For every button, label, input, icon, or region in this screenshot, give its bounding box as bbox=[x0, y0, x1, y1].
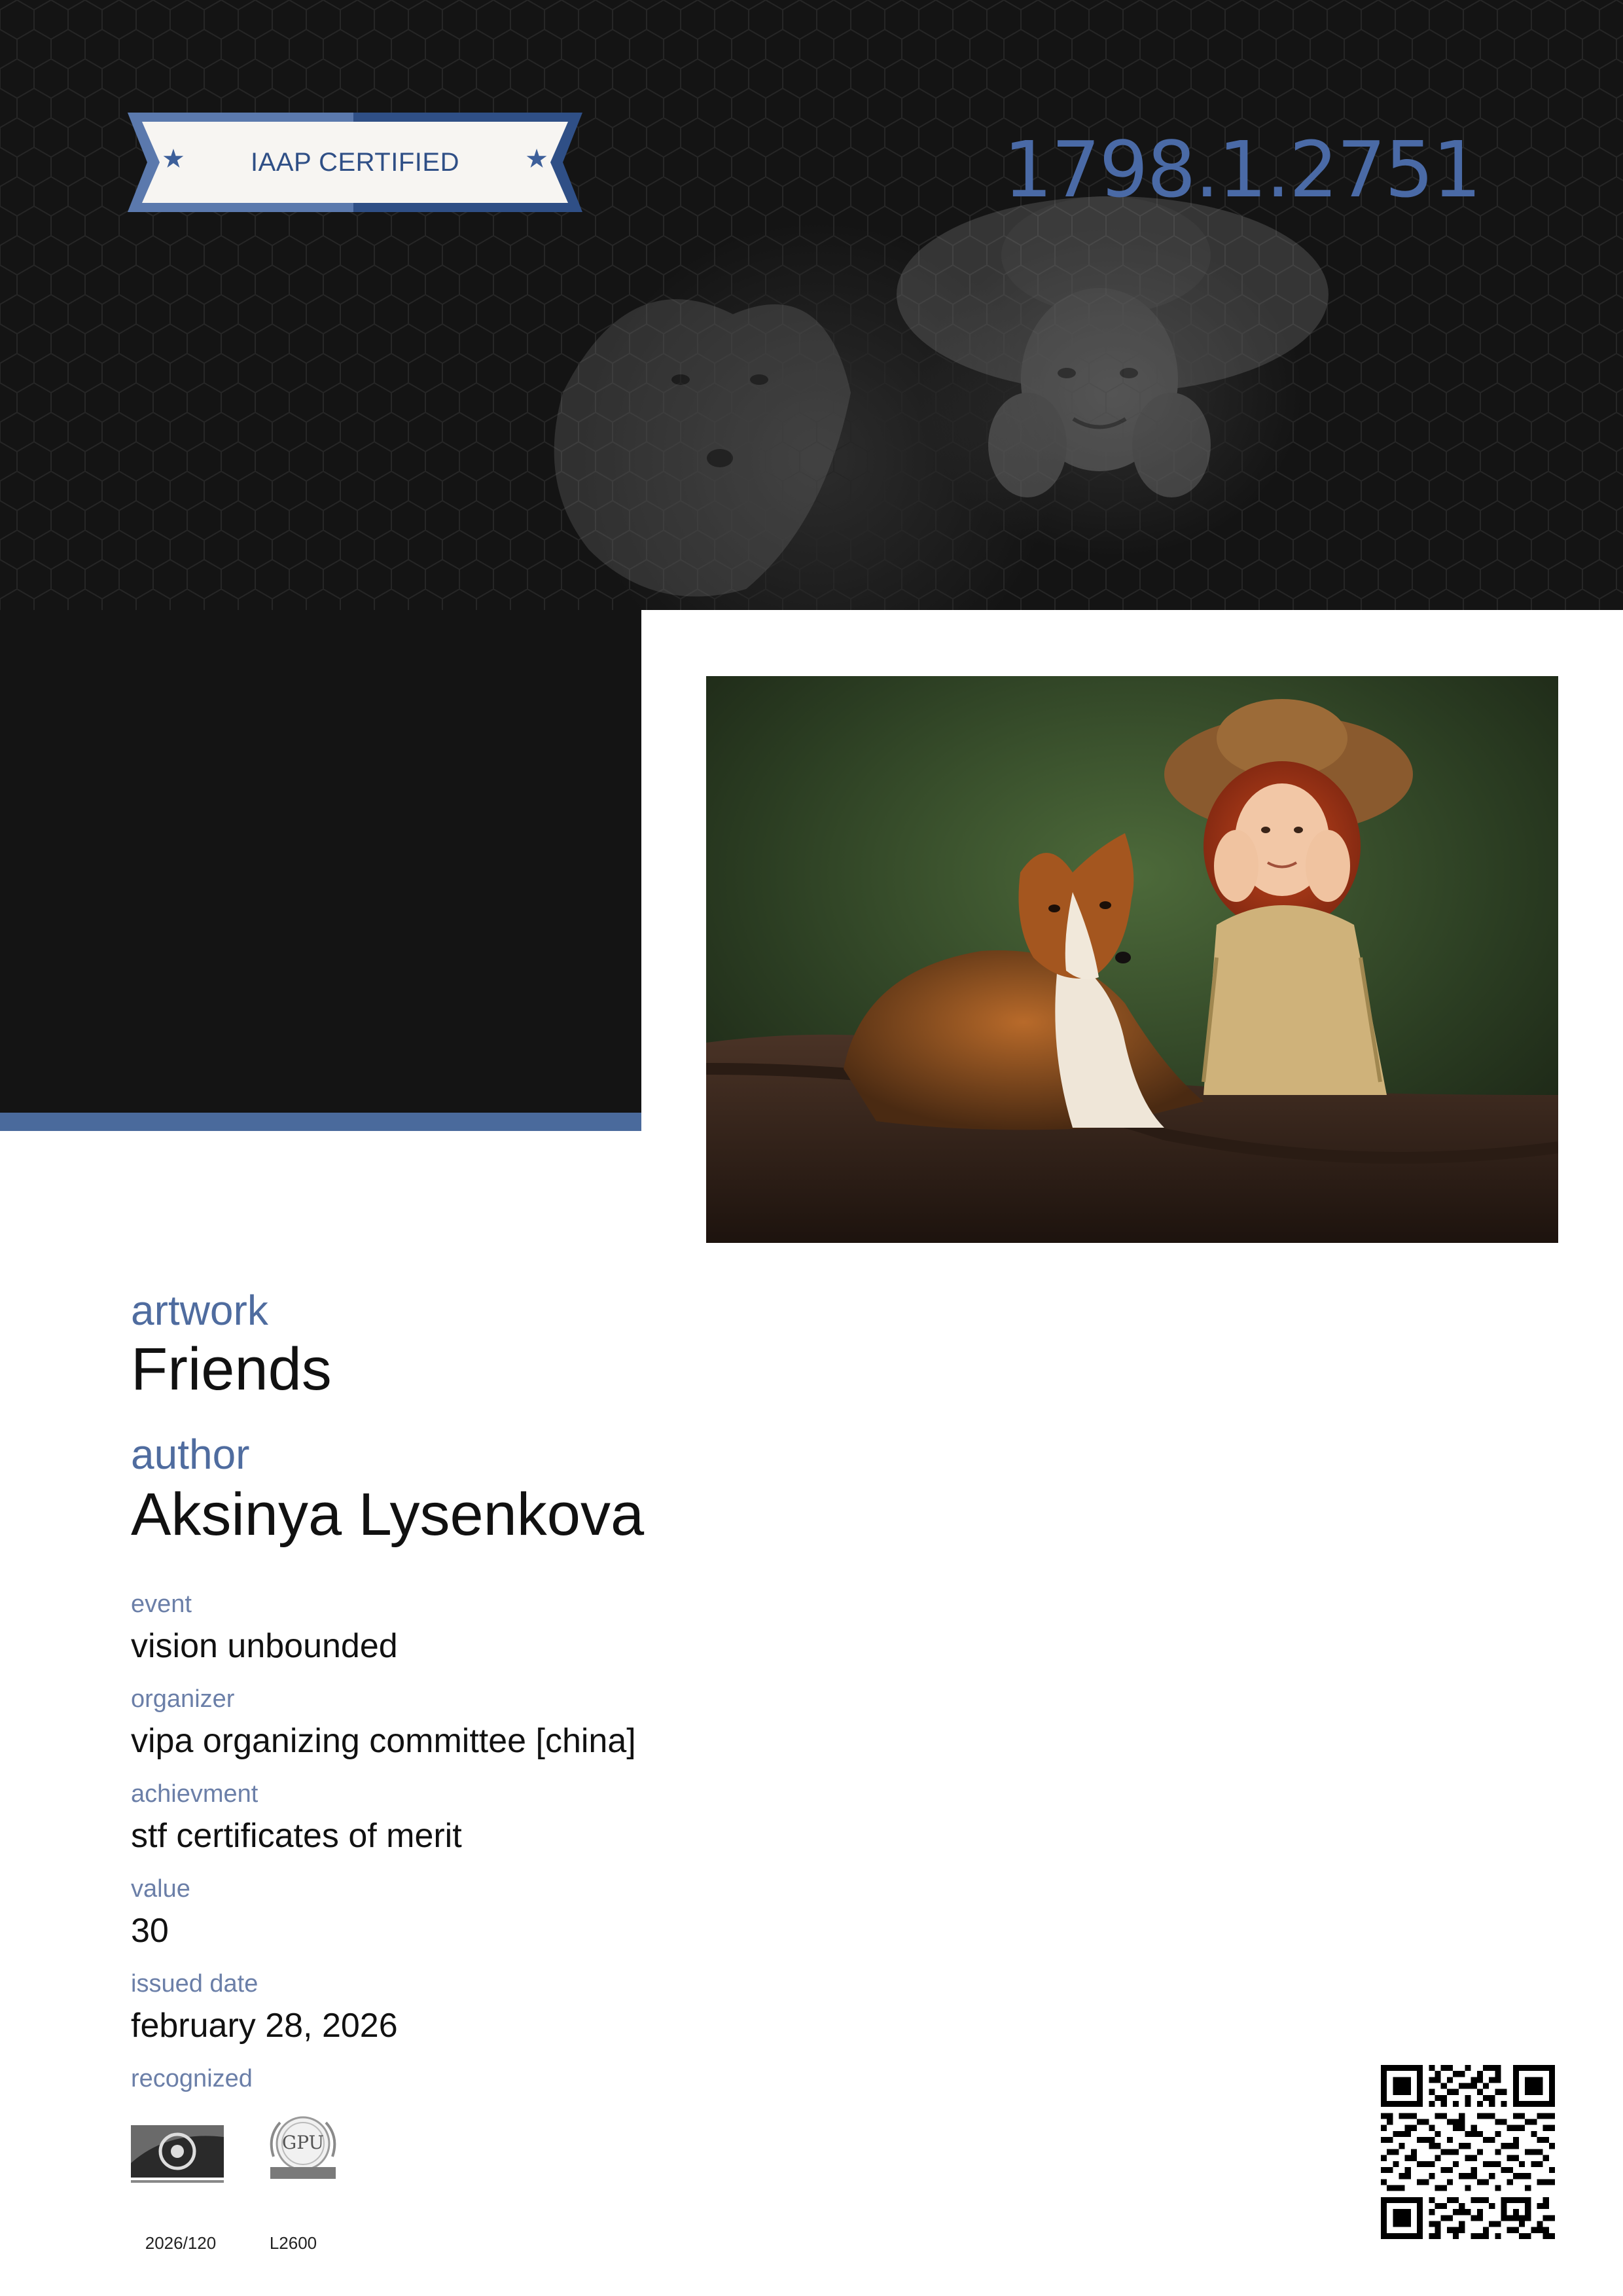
gpu-logo: GPU bbox=[254, 2111, 352, 2189]
accent-stripe bbox=[0, 1113, 641, 1131]
qr-code-icon[interactable] bbox=[1381, 2065, 1555, 2239]
author-label: author bbox=[131, 1431, 250, 1478]
value-label: value bbox=[131, 1875, 190, 1903]
ribbon-label: IAAP CERTIFIED bbox=[251, 147, 459, 177]
artwork-photo bbox=[706, 676, 1558, 1243]
event-label: event bbox=[131, 1590, 192, 1618]
organizer-value: vipa organizing committee [china] bbox=[131, 1722, 636, 1760]
recognized-label: recognized bbox=[131, 2065, 253, 2092]
issued-date-value: february 28, 2026 bbox=[131, 2007, 398, 2045]
achievement-label: achievment bbox=[131, 1780, 259, 1808]
gpu-logo-text: GPU bbox=[281, 2132, 325, 2153]
organizer-label: organizer bbox=[131, 1685, 235, 1713]
author-name: Aksinya Lysenkova bbox=[131, 1481, 645, 1548]
gpu-logo-code: L2600 bbox=[269, 2233, 317, 2253]
value-value: 30 bbox=[131, 1912, 169, 1950]
iaap-logo-code: 2026/120 bbox=[145, 2233, 217, 2253]
certificate-number: 1798.1.2751 bbox=[1003, 124, 1482, 215]
artwork-title: Friends bbox=[131, 1336, 332, 1403]
hero-background-lower bbox=[0, 610, 641, 1114]
achievement-value: stf certificates of merit bbox=[131, 1817, 462, 1855]
certified-ribbon-badge: ★ ★ IAAP CERTIFIED bbox=[128, 113, 582, 212]
event-value: vision unbounded bbox=[131, 1627, 398, 1665]
issued-date-label: issued date bbox=[131, 1970, 259, 1998]
iaap-logo bbox=[128, 2111, 226, 2189]
artwork-label: artwork bbox=[131, 1287, 268, 1334]
artwork-photo-image bbox=[706, 676, 1558, 1243]
